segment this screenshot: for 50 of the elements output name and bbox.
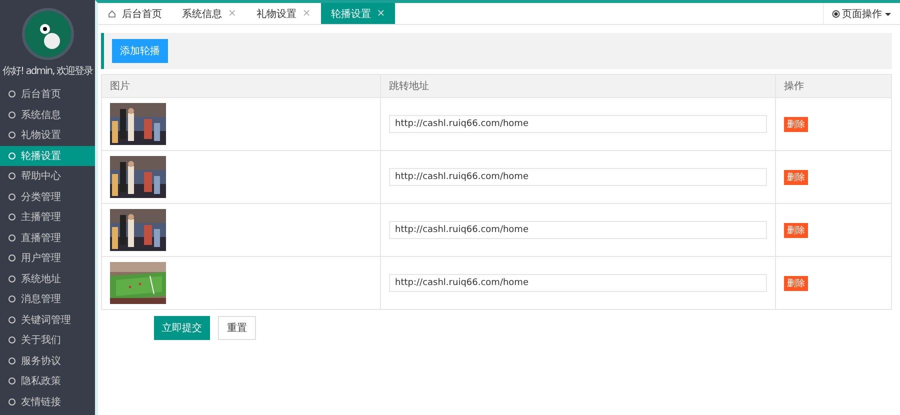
sidebar-item[interactable]: 主播管理 xyxy=(0,207,95,228)
column-header: 跳转地址 xyxy=(380,74,776,98)
sidebar-item[interactable]: 直播管理 xyxy=(0,228,95,248)
sidebar-item[interactable]: 友情链接 xyxy=(0,392,95,412)
reset-button[interactable]: 重置 xyxy=(218,316,256,340)
tab[interactable]: 系统信息 × xyxy=(172,3,246,24)
circle-icon xyxy=(8,295,16,304)
page-menu[interactable]: 页面操作 xyxy=(823,3,900,24)
circle-icon xyxy=(8,398,16,406)
circle-icon xyxy=(8,172,16,180)
url-field[interactable]: http://cashl.ruiq66.com/home xyxy=(389,221,767,239)
circle-icon xyxy=(8,213,16,222)
sidebar-item[interactable]: 关于我们 xyxy=(0,330,95,350)
circle-icon xyxy=(8,274,16,283)
greeting-text: 你好! admin, 欢迎登录 xyxy=(2,64,94,78)
tab[interactable]: 礼物设置 × xyxy=(246,3,321,24)
circle-icon xyxy=(8,131,16,140)
submit-button[interactable]: 立即提交 xyxy=(154,316,210,340)
sidebar-item[interactable]: 用户管理 xyxy=(0,248,95,268)
column-header: 操作 xyxy=(776,74,892,98)
sidebar-item[interactable]: 帮助中心 xyxy=(0,166,95,186)
circle-icon xyxy=(8,336,16,344)
home-icon xyxy=(108,10,116,18)
circle-icon xyxy=(8,90,16,98)
sidebar-item[interactable]: 消息管理 xyxy=(0,289,95,310)
circle-icon xyxy=(8,152,16,160)
sidebar-item[interactable]: 礼物设置 xyxy=(0,125,95,146)
sidebar-item[interactable]: 系统地址 xyxy=(0,268,95,289)
url-field[interactable]: http://cashl.ruiq66.com/home xyxy=(389,115,767,133)
url-field[interactable]: http://cashl.ruiq66.com/home xyxy=(389,168,767,186)
sidebar-item[interactable]: 服务协议 xyxy=(0,350,95,371)
column-header: 图片 xyxy=(102,74,380,98)
circle-icon xyxy=(8,254,16,262)
circle-icon xyxy=(8,234,16,242)
circle-icon xyxy=(8,316,16,324)
circle-icon xyxy=(8,377,16,386)
sidebar-item[interactable]: 轮播设置 xyxy=(0,146,95,166)
url-field[interactable]: http://cashl.ruiq66.com/home xyxy=(389,274,767,292)
sidebar-item[interactable]: 关键词管理 xyxy=(0,310,95,330)
tab[interactable]: 轮播设置 × xyxy=(320,3,396,24)
radio-icon xyxy=(832,10,840,18)
sidebar-item[interactable]: 分类管理 xyxy=(0,186,95,207)
circle-icon xyxy=(8,192,16,201)
sidebar-item[interactable]: 后台首页 xyxy=(0,84,95,104)
sidebar-item[interactable]: 隐私政策 xyxy=(0,371,95,392)
sidebar-item[interactable]: 系统信息 xyxy=(0,104,95,125)
circle-icon xyxy=(8,110,16,119)
tab[interactable]: 后台首页 xyxy=(98,3,172,24)
circle-icon xyxy=(8,356,16,365)
avatar xyxy=(22,8,74,60)
